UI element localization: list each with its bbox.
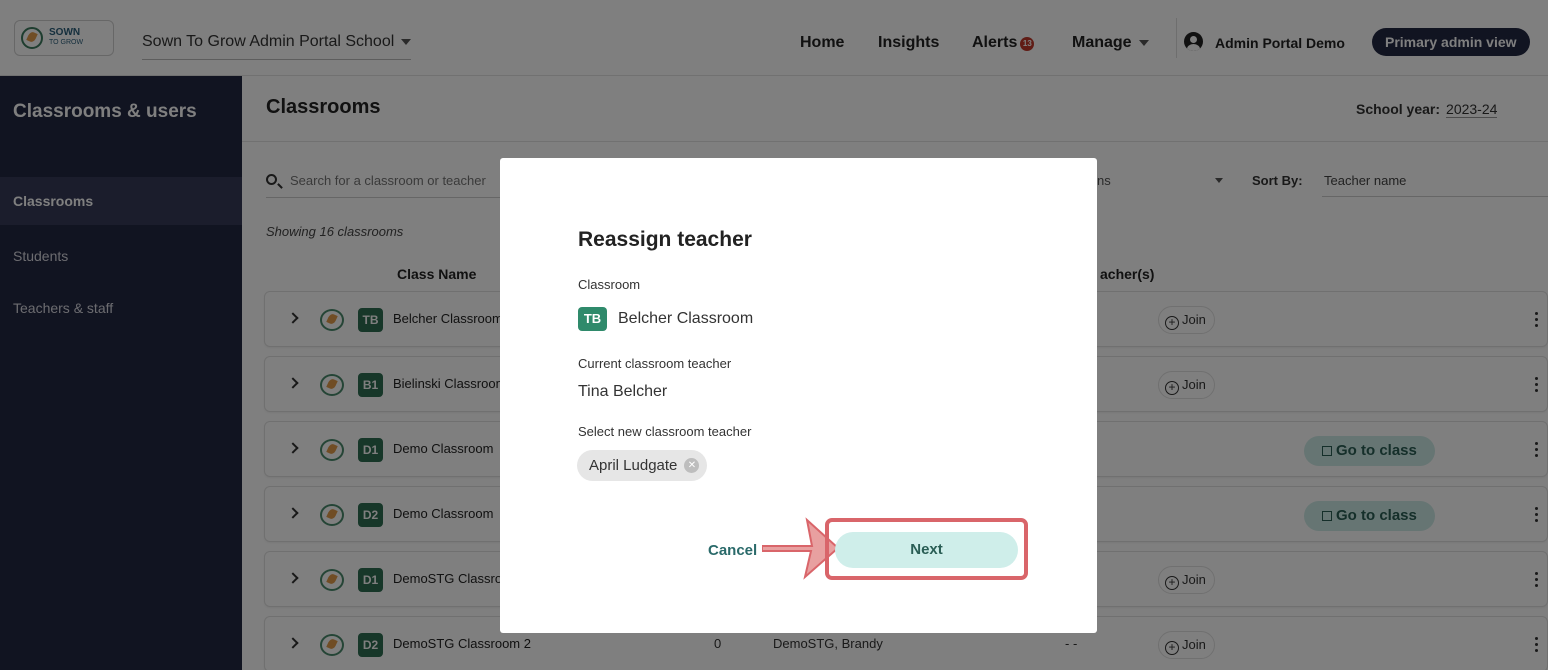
cancel-button[interactable]: Cancel xyxy=(708,542,757,559)
selected-teacher-name: April Ludgate xyxy=(589,457,678,474)
annotation-highlight-box xyxy=(825,518,1028,580)
classroom-label: Classroom xyxy=(578,277,641,292)
classroom-name: Belcher Classroom xyxy=(618,310,754,327)
select-teacher-label: Select new classroom teacher xyxy=(578,424,752,439)
current-teacher-name: Tina Belcher xyxy=(578,383,668,400)
classroom-badge: TB xyxy=(578,307,607,331)
clear-icon[interactable]: ✕ xyxy=(684,458,700,473)
current-teacher-label: Current classroom teacher xyxy=(578,356,732,371)
dialog-title: Reassign teacher xyxy=(578,228,752,251)
selected-teacher-chip[interactable]: April Ludgate ✕ xyxy=(577,450,708,481)
reassign-teacher-dialog: Reassign teacher Classroom TB Belcher Cl… xyxy=(500,158,1097,633)
